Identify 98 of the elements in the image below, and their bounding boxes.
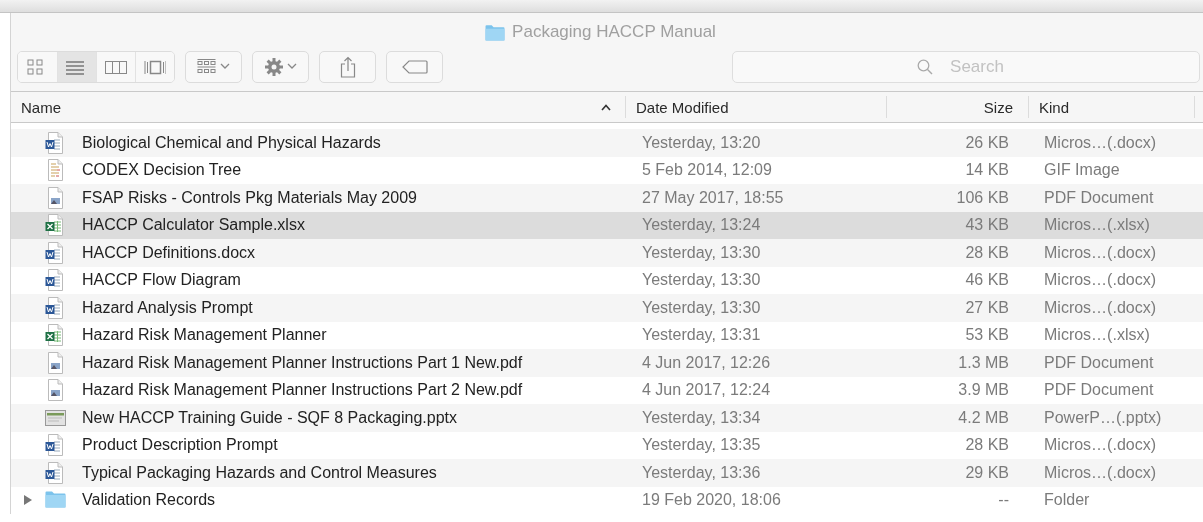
date-modified: Yesterday, 13:24 — [641, 216, 762, 235]
date-modified: 5 Feb 2014, 12:09 — [641, 161, 773, 180]
file-name: Hazard Risk Management Planner — [82, 326, 327, 345]
gallery-view-icon — [144, 58, 166, 76]
column-header[interactable]: Name — [11, 96, 626, 118]
date-modified: Yesterday, 13:35 — [641, 436, 762, 455]
file-name: HACCP Definitions.docx — [82, 243, 256, 262]
file-size: 43 KB — [964, 216, 1010, 235]
file-kind: Micros…(.docx) — [1043, 298, 1157, 317]
date-modified: Yesterday, 13:31 — [641, 326, 762, 345]
date-modified: 27 May 2017, 18:55 — [641, 188, 785, 207]
column-header[interactable]: Size — [887, 96, 1029, 118]
word-document-icon — [45, 296, 66, 319]
file-size: 26 KB — [964, 133, 1010, 152]
word-document-icon — [45, 131, 66, 154]
group-view-icon — [196, 58, 231, 76]
action-button[interactable] — [252, 51, 309, 83]
file-name: FSAP Risks - Controls Pkg Materials May 2009 — [82, 188, 417, 207]
file-kind: GIF Image — [1043, 161, 1121, 180]
pdf-document-icon — [45, 351, 66, 374]
word-document-icon — [45, 269, 66, 292]
file-name: Biological Chemical and Physical Hazards — [82, 133, 381, 152]
file-size: 28 KB — [964, 436, 1010, 455]
file-size: 4.2 MB — [957, 408, 1010, 427]
file-name: Hazard Risk Management Planner Instructions Part 2 New.pdf — [82, 381, 523, 400]
view-mode-button[interactable] — [57, 52, 96, 82]
file-size: 53 KB — [964, 326, 1010, 345]
view-mode-button[interactable] — [135, 52, 174, 82]
pdf-document-icon — [45, 379, 66, 402]
column-view-icon — [105, 58, 127, 76]
file-name: Product Description Prompt — [82, 436, 278, 455]
file-kind: Micros…(.docx) — [1043, 243, 1157, 262]
file-name: HACCP Flow Diagram — [82, 271, 241, 290]
image-file-icon — [45, 159, 66, 182]
spreadsheet-icon — [45, 324, 66, 347]
file-kind: Micros…(.xlsx) — [1043, 216, 1151, 235]
file-size: 27 KB — [964, 298, 1010, 317]
window-title: Packaging HACCP Manual — [512, 22, 716, 42]
file-kind: PowerP…(.pptx) — [1043, 408, 1163, 427]
file-size: 46 KB — [964, 271, 1010, 290]
group-button[interactable] — [185, 51, 242, 83]
file-name: Typical Packaging Hazards and Control Measures — [82, 463, 437, 482]
file-row[interactable]: Hazard Analysis Prompt Yesterday, 13:30 27 KB Micros…(.docx) — [11, 294, 1203, 322]
date-modified: Yesterday, 13:30 — [641, 243, 762, 262]
share-icon — [339, 56, 356, 78]
file-name: CODEX Decision Tree — [82, 161, 242, 180]
spreadsheet-icon — [45, 214, 66, 237]
file-kind: Micros…(.docx) — [1043, 436, 1157, 455]
column-header[interactable]: Date Modified — [626, 96, 887, 118]
folder-icon — [484, 23, 507, 41]
file-kind: Folder — [1043, 491, 1091, 510]
view-mode-control[interactable] — [17, 51, 175, 83]
file-size: -- — [997, 491, 1010, 510]
file-row[interactable]: Hazard Risk Management Planner Instructions Part 1 New.pdf 4 Jun 2017, 12:26 1.3 MB PDF Document — [11, 349, 1203, 377]
date-modified: Yesterday, 13:34 — [641, 408, 762, 427]
settings-icon — [263, 57, 298, 77]
tag-icon — [401, 60, 428, 74]
file-kind: Micros…(.docx) — [1043, 463, 1157, 482]
file-size: 106 KB — [955, 188, 1010, 207]
date-modified: Yesterday, 13:30 — [641, 298, 762, 317]
file-row[interactable]: New HACCP Training Guide - SQF 8 Packaging.pptx Yesterday, 13:34 4.2 MB PowerP…(.pptx) — [11, 404, 1203, 432]
file-row[interactable]: HACCP Calculator Sample.xlsx Yesterday, 13:24 43 KB Micros…(.xlsx) — [11, 211, 1203, 239]
column-header[interactable]: Kind — [1029, 96, 1195, 118]
file-kind: Micros…(.docx) — [1043, 133, 1157, 152]
date-modified: 4 Jun 2017, 12:26 — [641, 353, 772, 372]
file-kind: Micros…(.xlsx) — [1043, 326, 1151, 345]
search-icon — [917, 59, 933, 75]
file-size: 3.9 MB — [957, 381, 1010, 400]
file-row[interactable]: HACCP Definitions.docx Yesterday, 13:30 28 KB Micros…(.docx) — [11, 239, 1203, 267]
pdf-document-icon — [45, 186, 66, 209]
file-name: Validation Records — [82, 491, 216, 510]
date-modified: 19 Feb 2020, 18:06 — [641, 491, 782, 510]
file-name: Hazard Risk Management Planner Instructions Part 1 New.pdf — [82, 353, 523, 372]
word-document-icon — [45, 241, 66, 264]
file-row[interactable]: FSAP Risks - Controls Pkg Materials May 2009 27 May 2017, 18:55 106 KB PDF Document — [11, 184, 1203, 212]
file-kind: PDF Document — [1043, 188, 1155, 207]
date-modified: Yesterday, 13:30 — [641, 271, 762, 290]
file-name: New HACCP Training Guide - SQF 8 Packaging.pptx — [82, 408, 457, 427]
tag-button[interactable] — [386, 51, 443, 83]
file-kind: Micros…(.docx) — [1043, 271, 1157, 290]
file-row[interactable]: Biological Chemical and Physical Hazards Yesterday, 13:20 26 KB Micros…(.docx) — [11, 129, 1203, 157]
word-document-icon — [45, 461, 66, 484]
sort-caret-icon — [601, 103, 611, 111]
file-row[interactable]: Typical Packaging Hazards and Control Measures Yesterday, 13:36 29 KB Micros…(.docx) — [11, 459, 1203, 487]
disclosure-triangle[interactable] — [23, 494, 33, 507]
file-name: HACCP Calculator Sample.xlsx — [82, 216, 305, 235]
date-modified: Yesterday, 13:36 — [641, 463, 762, 482]
file-kind: PDF Document — [1043, 353, 1155, 372]
file-kind: PDF Document — [1043, 381, 1155, 400]
date-modified: Yesterday, 13:20 — [641, 133, 762, 152]
file-size: 1.3 MB — [957, 353, 1010, 372]
word-document-icon — [45, 434, 66, 457]
share-button[interactable] — [319, 51, 376, 83]
file-size: 29 KB — [964, 463, 1010, 482]
file-name: Hazard Analysis Prompt — [82, 298, 253, 317]
file-size: 14 KB — [964, 161, 1010, 180]
file-size: 28 KB — [964, 243, 1010, 262]
date-modified: 4 Jun 2017, 12:24 — [641, 381, 772, 400]
